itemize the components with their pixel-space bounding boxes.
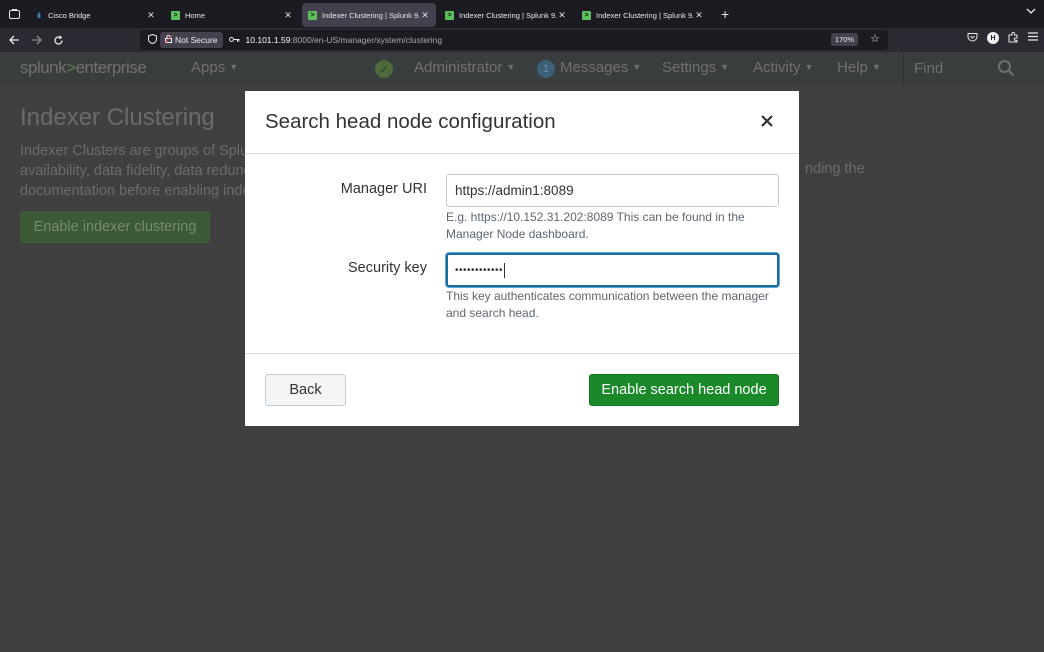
messages-menu[interactable]: Messages ▼ (560, 59, 641, 76)
administrator-menu-label: Administrator (414, 59, 503, 76)
security-key-help: This key authenticates communication bet… (446, 289, 769, 320)
description-fragment: nding the (805, 161, 865, 177)
caret-down-icon: ▼ (506, 62, 516, 72)
manager-uri-value: https://admin1:8089 (455, 183, 574, 198)
shield-icon[interactable] (144, 33, 160, 47)
toolbar-right: H (967, 31, 1038, 46)
url-path: :8000/en-US/manager/system/clustering (290, 35, 443, 45)
modal-title: Search head node configuration (265, 110, 556, 133)
enable-indexer-clustering-button[interactable]: Enable indexer clustering (20, 211, 210, 243)
close-icon[interactable] (759, 113, 775, 129)
browser-nav-bar: Not Secure 10.101.1.59 :8000/en-US/manag… (0, 28, 1044, 52)
enable-search-head-node-button[interactable]: Enable search head node (589, 374, 779, 406)
manager-uri-help: E.g. https://10.152.31.202:8089 This can… (446, 210, 745, 241)
settings-menu-label: Settings (662, 59, 717, 76)
splunk-icon: > (308, 10, 317, 20)
not-secure-badge[interactable]: Not Secure (160, 32, 223, 48)
apps-menu-label: Apps (191, 59, 226, 76)
tab-close-icon[interactable]: ✕ (420, 10, 430, 21)
find-input[interactable]: Find (914, 60, 943, 77)
logo-splunk-text: splunk (20, 58, 67, 77)
header-divider (903, 52, 904, 86)
logo-chevron: > (66, 58, 76, 77)
administrator-menu[interactable]: Administrator ▼ (414, 59, 515, 76)
hamburger-menu-icon[interactable] (1028, 32, 1038, 46)
health-check-icon[interactable]: ✓ (375, 60, 393, 78)
splunk-icon: > (582, 10, 591, 20)
apps-menu[interactable]: Apps ▼ (191, 59, 238, 76)
tab-title: Cisco Bridge (48, 10, 91, 20)
tab-overflow-chevron-icon[interactable] (1026, 6, 1036, 17)
key-icon[interactable] (228, 35, 240, 46)
browser-tab-indexer-clustering-2[interactable]: > Indexer Clustering | Splunk 9.4.1 ✕ (439, 3, 573, 27)
not-secure-label: Not Secure (175, 35, 218, 45)
tab-title: Indexer Clustering | Splunk 9.4.1 (322, 10, 420, 20)
splunk-icon: > (445, 10, 454, 20)
caret-down-icon: ▼ (720, 62, 730, 72)
messages-count-badge[interactable]: 1 (537, 60, 555, 78)
browser-tab-indexer-clustering-active[interactable]: > Indexer Clustering | Splunk 9.4.1 ✕ (302, 3, 436, 27)
account-avatar-icon[interactable]: H (987, 32, 999, 44)
tab-close-icon[interactable]: ✕ (557, 10, 567, 21)
reload-icon[interactable] (47, 29, 69, 51)
zoom-level-badge[interactable]: 170% (830, 33, 858, 46)
help-menu[interactable]: Help ▼ (837, 59, 881, 76)
splunk-header: splunk>enterprise Apps ▼ ✓ Administrator ▼… (0, 52, 1044, 86)
browser-tab-strip: ılı Cisco Bridge ✕ > Home ✕ > Indexer Cl… (0, 0, 1044, 28)
tab-title: Indexer Clustering | Splunk 9.4.1 (459, 10, 557, 20)
help-menu-label: Help (837, 59, 868, 76)
new-tab-plus-icon[interactable]: + (721, 6, 729, 22)
caret-down-icon: ▼ (632, 62, 642, 72)
bookmark-star-icon[interactable]: ☆ (870, 32, 880, 45)
search-head-config-modal: Search head node configuration Manager U… (245, 91, 799, 426)
manager-uri-input[interactable]: https://admin1:8089 (446, 174, 779, 207)
activity-menu-label: Activity (753, 59, 801, 76)
modal-footer-divider (245, 353, 799, 354)
url-host: 10.101.1.59 (245, 35, 291, 45)
pocket-icon[interactable] (967, 32, 978, 46)
extensions-icon[interactable] (1008, 31, 1019, 46)
page-title: Indexer Clustering (20, 104, 215, 131)
security-key-label: Security key (348, 260, 427, 276)
forward-arrow-icon[interactable] (25, 29, 47, 51)
caret-down-icon: ▼ (804, 62, 814, 72)
tab-title: Home (185, 10, 206, 20)
back-button[interactable]: Back (265, 374, 346, 406)
security-key-input[interactable]: •••••••••••• (446, 253, 779, 287)
text-cursor (504, 262, 506, 278)
address-bar[interactable]: Not Secure 10.101.1.59 :8000/en-US/manag… (140, 30, 888, 50)
security-key-value: •••••••••••• (455, 264, 504, 276)
tab-list-icon[interactable] (0, 0, 28, 28)
browser-tab-home[interactable]: > Home ✕ (165, 3, 299, 27)
splunk-icon: > (171, 10, 180, 20)
cisco-icon: ılı (36, 10, 41, 20)
browser-tab-cisco-bridge[interactable]: ılı Cisco Bridge ✕ (28, 3, 162, 27)
caret-down-icon: ▼ (229, 62, 239, 72)
manager-uri-label: Manager URI (340, 181, 427, 197)
activity-menu[interactable]: Activity ▼ (753, 59, 813, 76)
caret-down-icon: ▼ (871, 62, 881, 72)
back-arrow-icon[interactable] (3, 29, 25, 51)
logo-enterprise-text: enterprise (75, 58, 147, 77)
settings-menu[interactable]: Settings ▼ (662, 59, 729, 76)
search-icon[interactable] (997, 59, 1015, 77)
modal-divider (245, 153, 799, 154)
tab-title: Indexer Clustering | Splunk 9.4.1 (596, 10, 694, 20)
tab-close-icon[interactable]: ✕ (283, 10, 293, 21)
browser-tab-indexer-clustering-3[interactable]: > Indexer Clustering | Splunk 9.4.1 ✕ (576, 3, 710, 27)
splunk-logo[interactable]: splunk>enterprise (20, 58, 147, 78)
tab-close-icon[interactable]: ✕ (694, 10, 704, 21)
insecure-lock-icon (164, 35, 173, 45)
tab-close-icon[interactable]: ✕ (146, 10, 156, 21)
messages-menu-label: Messages (560, 59, 629, 76)
